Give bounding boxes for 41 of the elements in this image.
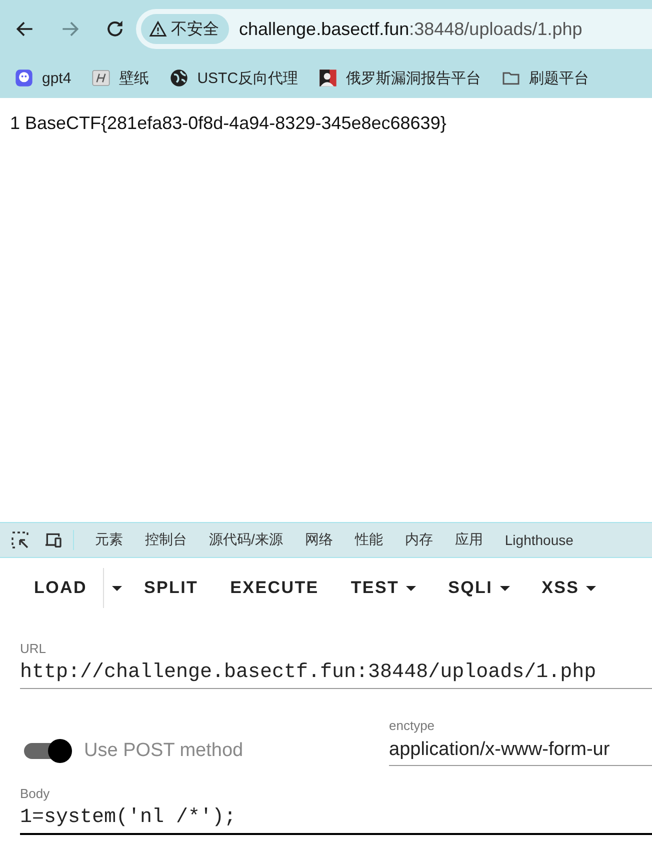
input-field[interactable]: 1=system('nl /*'); (20, 803, 652, 835)
menu-button[interactable]: TEST (334, 568, 432, 608)
devtools-tab[interactable]: 网络 (294, 523, 344, 557)
devtools-tab[interactable]: 内存 (394, 523, 444, 557)
devtools-tab[interactable]: 应用 (444, 523, 494, 557)
bookmark[interactable]: USTC反向代理 (169, 68, 298, 88)
bookmark[interactable]: 刷题平台 (501, 68, 590, 88)
menu-button[interactable]: XSS (526, 568, 612, 608)
field-label: enctype (389, 718, 435, 732)
toggle-switch[interactable] (24, 739, 72, 763)
bookmark[interactable]: gpt4 (14, 68, 72, 88)
globe-icon (169, 68, 190, 88)
menu-button[interactable]: SQLI (432, 568, 526, 608)
devtools-tab[interactable]: 性能 (344, 523, 394, 557)
page-output-text: 1 BaseCTF{281efa83-0f8d-4a94-8329-345e8ec68639} (10, 113, 446, 133)
field-label: URL (20, 641, 46, 656)
caret-icon (112, 586, 122, 590)
inspect-icon[interactable] (10, 530, 30, 550)
post-toggle[interactable]: Use POST method (0, 731, 389, 771)
caret-icon (500, 586, 510, 590)
address-bar[interactable]: 不安全 challenge.basectf.fun:38448/uploads/1.php (136, 9, 652, 49)
logo-icon (91, 68, 112, 88)
field-label: Body (20, 786, 50, 801)
caret-icon (406, 586, 416, 590)
avatar-icon (318, 68, 338, 88)
app-icon (14, 68, 34, 88)
address-url: challenge.basectf.fun:38448/uploads/1.php (239, 18, 582, 40)
devtools-tab[interactable]: 源代码/来源 (198, 523, 294, 557)
bookmark[interactable]: 俄罗斯漏洞报告平台 (318, 68, 482, 88)
warning-icon (149, 20, 167, 38)
bookmark[interactable]: 壁纸 (91, 68, 150, 88)
hackbar-button[interactable]: SPLIT (128, 568, 214, 608)
devtools-tab[interactable]: 控制台 (134, 523, 198, 557)
hackbar-button[interactable]: EXECUTE (214, 568, 335, 608)
devtools-tab[interactable]: Lighthouse (494, 523, 584, 557)
input-field[interactable]: http://challenge.basectf.fun:38448/uploads/1.php (20, 658, 652, 689)
input-field[interactable]: application/x-www-form-ur (389, 734, 652, 766)
hackbar-button[interactable]: LOAD (18, 568, 103, 608)
caret-icon (586, 586, 596, 590)
devtools-tab[interactable]: 元素 (84, 523, 134, 557)
security-chip[interactable]: 不安全 (141, 14, 229, 44)
